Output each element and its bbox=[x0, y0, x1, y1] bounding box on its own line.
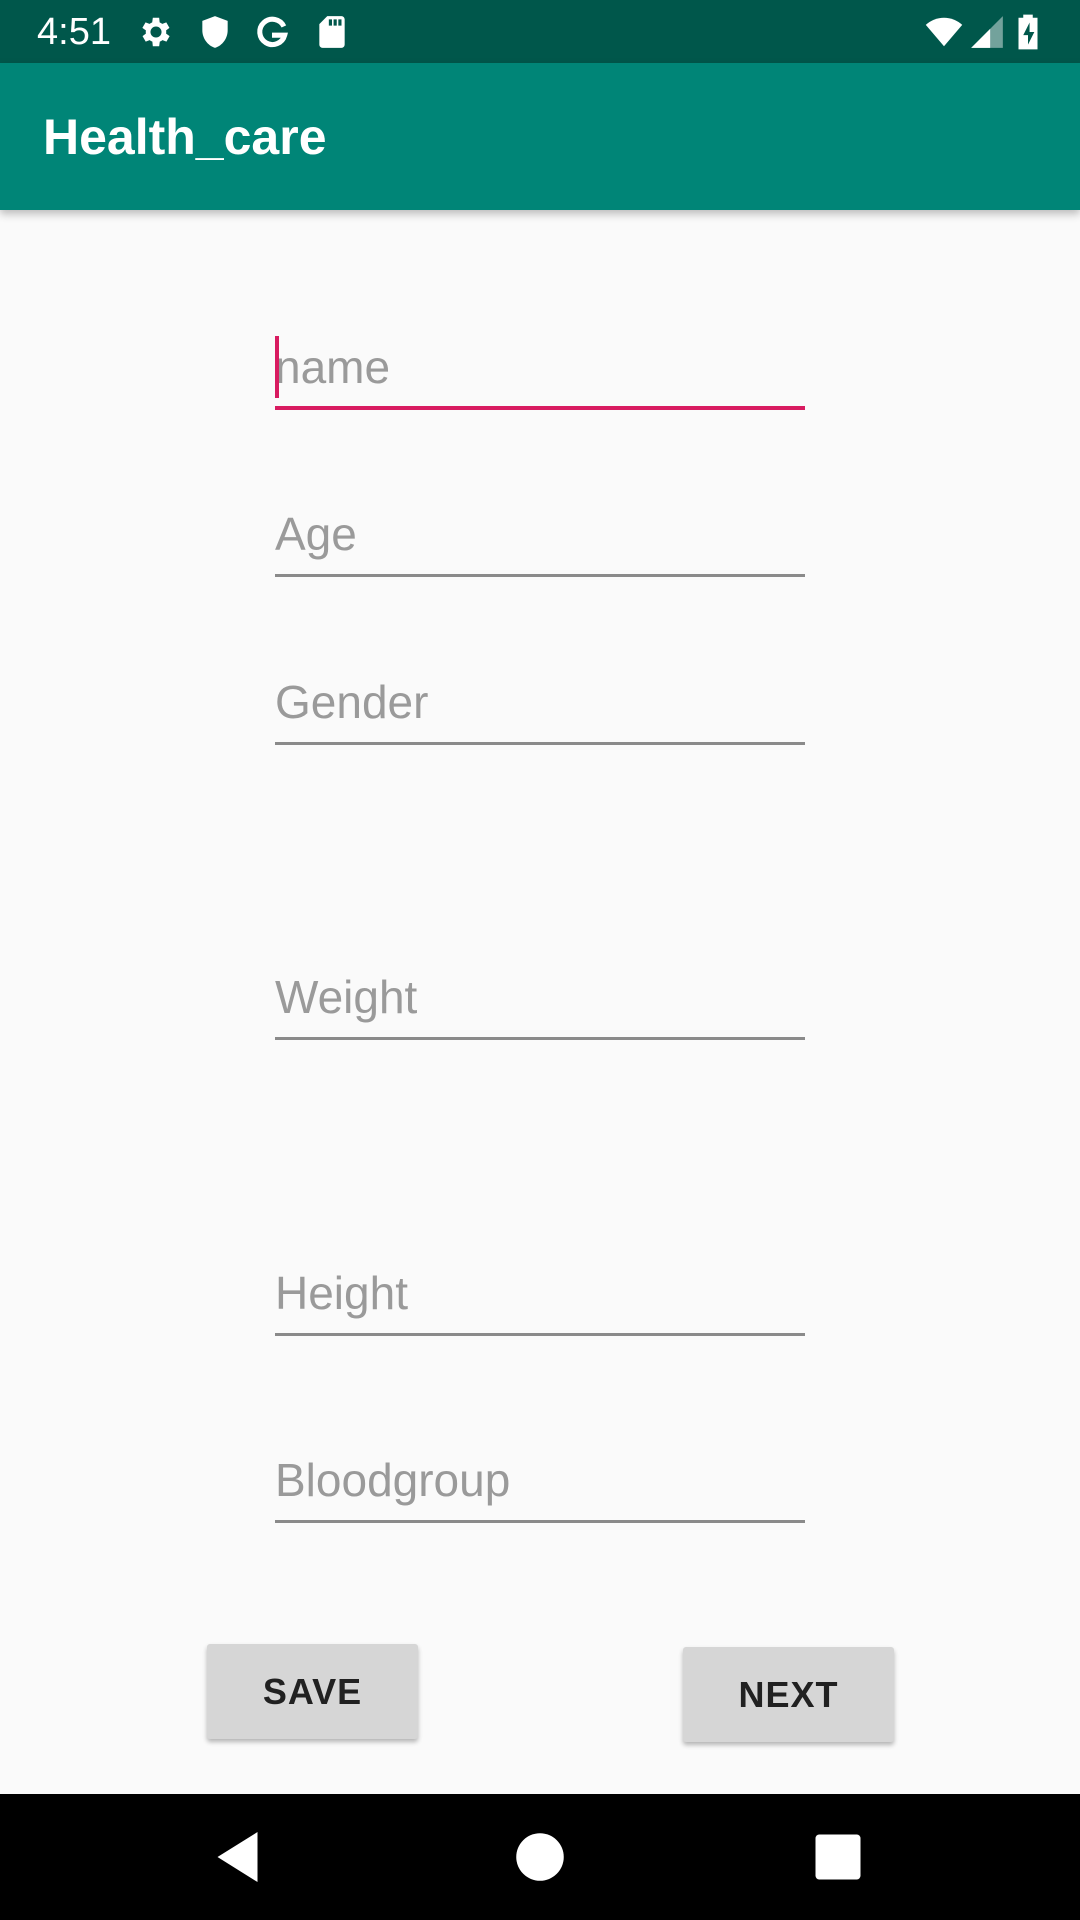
app-bar: Health_care bbox=[0, 63, 1080, 210]
height-field[interactable] bbox=[275, 1256, 805, 1336]
app-title: Health_care bbox=[43, 109, 327, 165]
battery-charging-icon bbox=[1012, 13, 1044, 51]
bloodgroup-field[interactable] bbox=[275, 1443, 805, 1523]
bloodgroup-input[interactable] bbox=[275, 1443, 805, 1517]
navigation-bar bbox=[0, 1794, 1080, 1920]
bloodgroup-underline bbox=[275, 1520, 805, 1523]
sd-card-icon bbox=[313, 13, 351, 51]
next-button[interactable]: NEXT bbox=[683, 1647, 894, 1742]
home-icon[interactable] bbox=[510, 1827, 570, 1887]
shield-icon bbox=[196, 13, 234, 51]
name-underline bbox=[275, 406, 805, 410]
name-input[interactable] bbox=[275, 330, 805, 404]
recents-icon[interactable] bbox=[808, 1827, 868, 1887]
google-icon bbox=[253, 13, 291, 51]
wifi-icon bbox=[922, 13, 966, 51]
gender-input[interactable] bbox=[275, 665, 805, 739]
weight-underline bbox=[275, 1037, 805, 1040]
age-underline bbox=[275, 574, 805, 577]
gender-field[interactable] bbox=[275, 665, 805, 745]
settings-icon bbox=[137, 13, 175, 51]
weight-input[interactable] bbox=[275, 960, 805, 1034]
weight-field[interactable] bbox=[275, 960, 805, 1040]
save-button[interactable]: SAVE bbox=[207, 1644, 418, 1739]
status-bar: 4:51 bbox=[0, 0, 1080, 63]
text-cursor bbox=[275, 336, 279, 398]
name-field[interactable] bbox=[275, 330, 805, 410]
back-icon[interactable] bbox=[210, 1827, 270, 1887]
height-underline bbox=[275, 1333, 805, 1336]
height-input[interactable] bbox=[275, 1256, 805, 1330]
cell-signal-icon bbox=[968, 13, 1006, 51]
age-field[interactable] bbox=[275, 497, 805, 577]
age-input[interactable] bbox=[275, 497, 805, 571]
gender-underline bbox=[275, 742, 805, 745]
status-time: 4:51 bbox=[37, 11, 111, 53]
